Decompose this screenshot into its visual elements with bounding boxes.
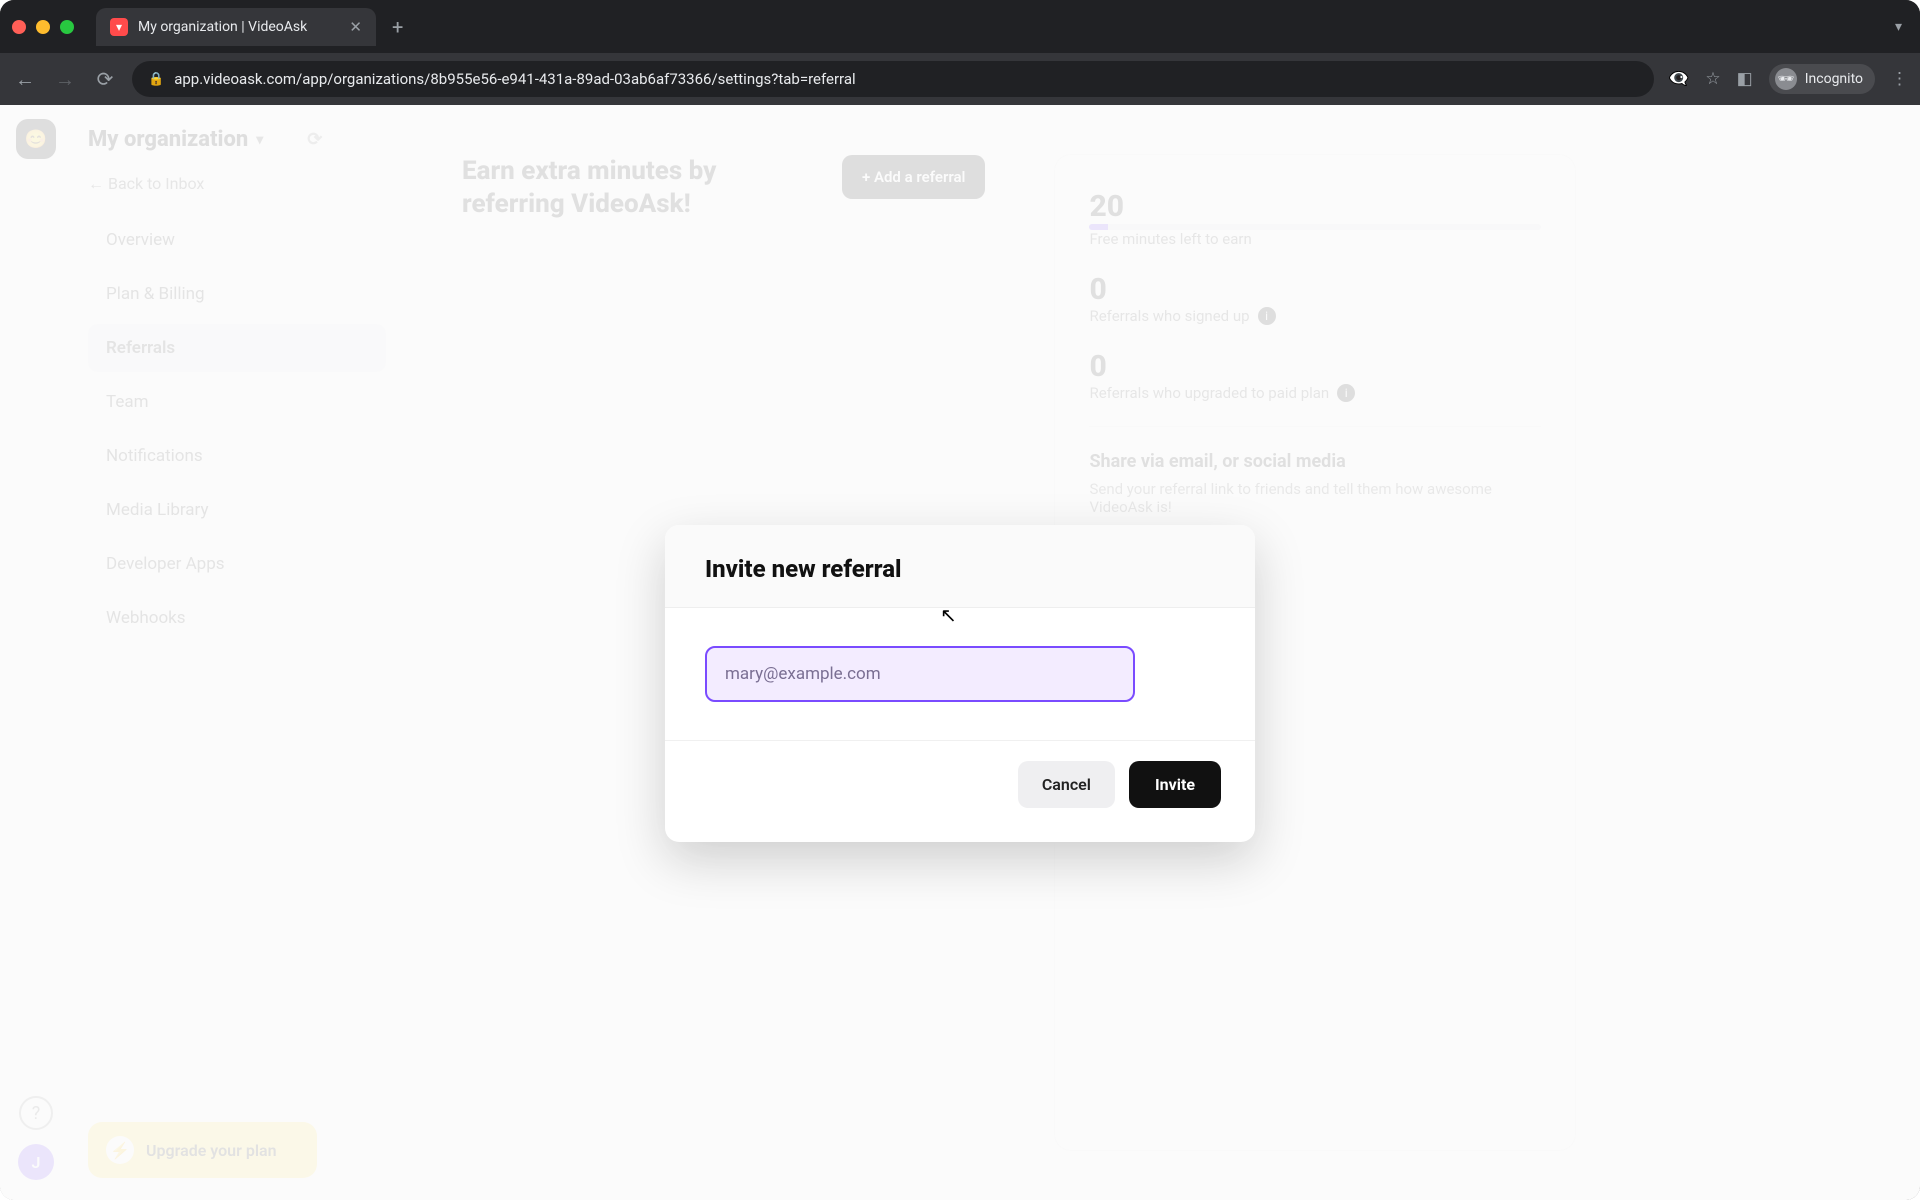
new-tab-button[interactable]: + (386, 15, 409, 39)
incognito-label: Incognito (1805, 71, 1863, 87)
window-close-button[interactable] (12, 20, 26, 34)
invite-button[interactable]: Invite (1129, 761, 1221, 808)
browser-tab[interactable]: ▾ My organization | VideoAsk ✕ (96, 8, 376, 46)
lock-icon: 🔒 (148, 72, 164, 87)
browser-toolbar: ← → ⟳ 🔒 app.videoask.com/app/organizatio… (0, 53, 1920, 105)
referral-email-input[interactable] (705, 646, 1135, 702)
tabs-overflow-icon[interactable]: ▾ (1895, 19, 1902, 35)
tab-close-icon[interactable]: ✕ (349, 18, 362, 36)
window-controls (12, 20, 74, 34)
tab-strip: ▾ My organization | VideoAsk ✕ + ▾ (0, 0, 1920, 53)
eye-off-icon[interactable]: 👁‍🗨 (1668, 69, 1689, 89)
extensions-icon[interactable]: ◧ (1737, 69, 1753, 89)
kebab-menu-icon[interactable]: ⋮ (1891, 69, 1908, 89)
invite-referral-modal: Invite new referral Cancel Invite (665, 525, 1255, 842)
browser-window: ▾ My organization | VideoAsk ✕ + ▾ ← → ⟳… (0, 0, 1920, 1200)
window-zoom-button[interactable] (60, 20, 74, 34)
back-button[interactable]: ← (12, 67, 38, 92)
incognito-icon: 🕶 (1775, 68, 1797, 90)
incognito-chip[interactable]: 🕶 Incognito (1769, 64, 1875, 94)
modal-title: Invite new referral (665, 525, 1255, 608)
reload-button[interactable]: ⟳ (92, 67, 118, 91)
window-minimize-button[interactable] (36, 20, 50, 34)
forward-button[interactable]: → (52, 67, 78, 92)
cancel-button[interactable]: Cancel (1018, 761, 1115, 808)
url-text: app.videoask.com/app/organizations/8b955… (174, 70, 855, 88)
address-bar[interactable]: 🔒 app.videoask.com/app/organizations/8b9… (132, 61, 1654, 97)
tab-favicon: ▾ (110, 18, 128, 36)
tab-title: My organization | VideoAsk (138, 19, 307, 35)
bookmark-star-icon[interactable]: ☆ (1705, 69, 1720, 89)
modal-overlay[interactable]: Invite new referral Cancel Invite ↖ (0, 105, 1920, 1200)
